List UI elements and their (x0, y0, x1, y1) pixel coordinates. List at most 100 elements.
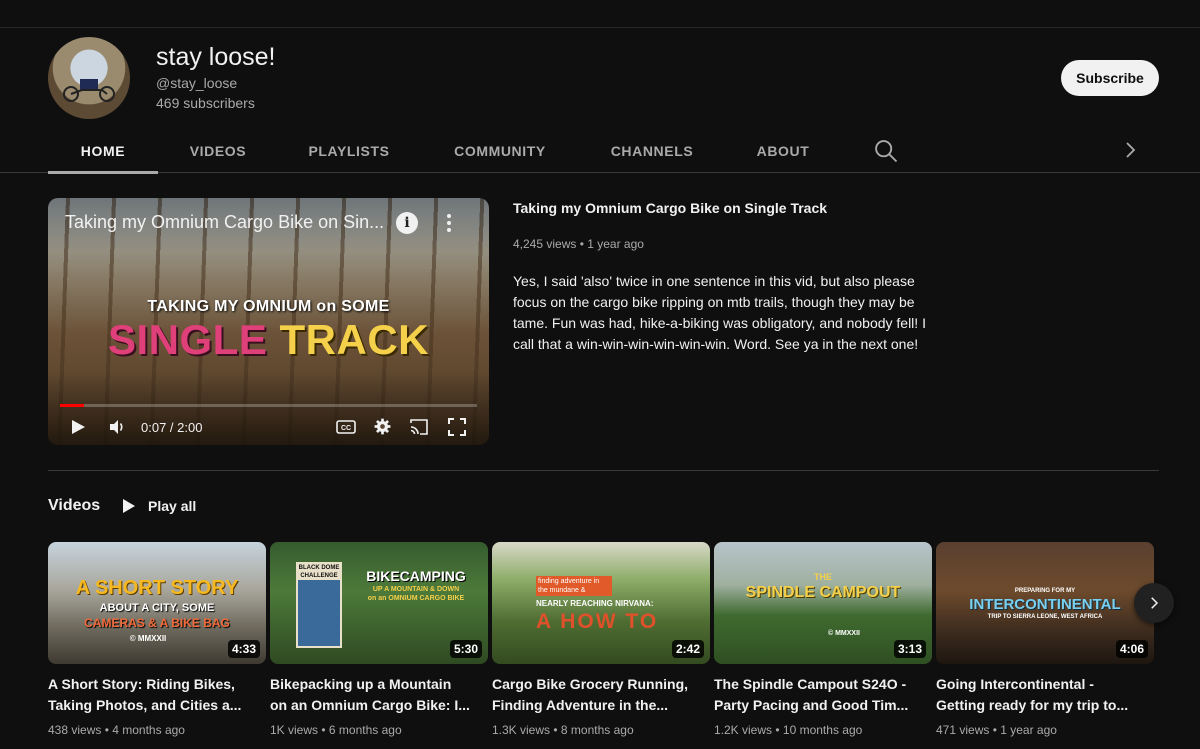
video-title-line: A Short Story: Riding Bikes, (48, 676, 235, 692)
video-thumbnail[interactable]: THE SPINDLE CAMPOUT © MMXXII 3:13 (714, 542, 932, 664)
tab-videos[interactable]: VIDEOS (168, 128, 268, 173)
video-card[interactable]: finding adventure in the mundane & NEARL… (492, 542, 710, 737)
video-title-line: Finding Adventure in the... (492, 697, 669, 713)
thumb-text: ABOUT A CITY, SOME (99, 602, 215, 614)
thumb-text: NEARLY REACHING NIRVANA: (536, 599, 654, 608)
video-title-line: Getting ready for my trip to... (936, 697, 1129, 713)
thumb-text: INTERCONTINENTAL (969, 596, 1121, 613)
play-icon (123, 499, 135, 513)
more-vert-icon[interactable] (444, 212, 454, 234)
video-meta: 1K views • 6 months ago (270, 723, 402, 737)
overlay-word-single: SINGLE (107, 316, 268, 363)
upload-age: 8 months ago (560, 723, 634, 737)
thumb-text: SPINDLE CAMPOUT (745, 584, 901, 601)
videos-section-title[interactable]: Videos (48, 497, 100, 515)
video-card[interactable]: BLACK DOME CHALLENGE BIKECAMPING UP A MO… (270, 542, 488, 737)
captions-icon[interactable]: CC (336, 419, 356, 435)
thumb-text: © MMXXII (828, 630, 860, 637)
featured-video-meta: 4,245 views • 1 year ago (513, 237, 644, 251)
video-meta: 1.3K views • 8 months ago (492, 723, 634, 737)
featured-video-player[interactable]: Taking my Omnium Cargo Bike on Sin... i … (48, 198, 489, 445)
carousel-next-button[interactable] (1134, 583, 1174, 623)
thumbnail-overlay-text: TAKING MY OMNIUM on SOME (147, 298, 390, 315)
info-icon[interactable]: i (396, 212, 418, 234)
thumb-text: CAMERAS & A BIKE BAG (84, 616, 230, 630)
view-count: 1.2K views (714, 723, 773, 737)
tab-community[interactable]: COMMUNITY (440, 128, 560, 173)
video-title[interactable]: Going Intercontinental - Getting ready f… (936, 674, 1154, 716)
video-meta: 1.2K views • 10 months ago (714, 723, 863, 737)
view-count: 471 views (936, 723, 990, 737)
section-divider (48, 470, 1159, 471)
tab-about[interactable]: ABOUT (742, 128, 824, 173)
volume-icon[interactable] (108, 418, 126, 436)
video-title-line: Bikepacking up a Mountain (270, 676, 452, 692)
thumb-text: PREPARING FOR MY (1014, 588, 1076, 594)
chevron-right-icon (1151, 597, 1159, 609)
video-thumbnail[interactable]: A SHORT STORY ABOUT A CITY, SOME CAMERAS… (48, 542, 266, 664)
player-time: 0:07 / 2:00 (141, 420, 203, 435)
video-meta: 438 views • 4 months ago (48, 723, 185, 737)
view-count: 1K views (270, 723, 319, 737)
video-title[interactable]: Cargo Bike Grocery Running, Finding Adve… (492, 674, 710, 716)
thumb-text: BLACK DOME CHALLENGE (298, 564, 340, 580)
play-all-button[interactable]: Play all (122, 494, 196, 518)
duration-badge: 2:42 (671, 640, 704, 658)
gear-icon[interactable] (373, 417, 392, 436)
thumb-text: BIKECAMPING (366, 568, 466, 584)
tab-channels[interactable]: CHANNELS (596, 128, 708, 173)
duration-badge: 4:06 (1115, 640, 1148, 658)
upload-age: 4 months ago (112, 723, 185, 737)
video-title-line: Party Pacing and Good Tim... (714, 697, 909, 713)
upload-age: 6 months ago (328, 723, 402, 737)
video-title-line: on an Omnium Cargo Bike: I... (270, 697, 470, 713)
overlay-word-track: TRACK (279, 316, 429, 363)
channel-avatar[interactable] (48, 37, 130, 119)
video-title-line: The Spindle Campout S24O - (714, 676, 907, 692)
view-count: 1.3K views (492, 723, 551, 737)
chevron-right-icon[interactable] (1118, 138, 1142, 162)
video-thumbnail[interactable]: finding adventure in the mundane & NEARL… (492, 542, 710, 664)
fullscreen-icon[interactable] (448, 418, 466, 436)
tab-home[interactable]: HOME (48, 128, 158, 174)
video-title[interactable]: A Short Story: Riding Bikes, Taking Phot… (48, 674, 266, 716)
video-card[interactable]: A SHORT STORY ABOUT A CITY, SOME CAMERAS… (48, 542, 266, 737)
video-thumbnail[interactable]: PREPARING FOR MY INTERCONTINENTAL TRIP T… (936, 542, 1154, 664)
featured-video-title[interactable]: Taking my Omnium Cargo Bike on Single Tr… (513, 200, 827, 216)
subscriber-count: 469 subscribers (156, 95, 255, 111)
featured-video-description: Yes, I said 'also' twice in one sentence… (513, 273, 926, 352)
progress-fill (60, 404, 85, 407)
video-thumbnail[interactable]: BLACK DOME CHALLENGE BIKECAMPING UP A MO… (270, 542, 488, 664)
svg-text:CC: CC (341, 425, 351, 432)
thumb-text: THE (814, 572, 832, 582)
video-card[interactable]: THE SPINDLE CAMPOUT © MMXXII 3:13 The Sp… (714, 542, 932, 737)
duration-badge: 5:30 (449, 640, 482, 658)
duration-badge: 3:13 (893, 640, 926, 658)
thumb-text: A HOW TO (536, 610, 659, 633)
thumb-text: © MMXXII (129, 634, 167, 643)
tab-playlists[interactable]: PLAYLISTS (294, 128, 404, 173)
video-title-line: Taking Photos, and Cities a... (48, 697, 242, 713)
channel-handle: @stay_loose (156, 75, 238, 91)
play-all-label: Play all (148, 498, 197, 514)
video-title[interactable]: The Spindle Campout S24O - Party Pacing … (714, 674, 932, 716)
cast-icon[interactable] (409, 418, 429, 436)
thumbnail-overlay-headline: SINGLE TRACK (48, 316, 489, 364)
search-icon[interactable] (872, 137, 900, 165)
thumb-text: UP A MOUNTAIN & DOWN (372, 586, 460, 593)
video-title[interactable]: Bikepacking up a Mountain on an Omnium C… (270, 674, 488, 716)
video-title-line: Cargo Bike Grocery Running, (492, 676, 689, 692)
video-card[interactable]: PREPARING FOR MY INTERCONTINENTAL TRIP T… (936, 542, 1154, 737)
challenge-badge: BLACK DOME CHALLENGE (296, 562, 342, 648)
top-strip (0, 0, 1200, 28)
subscribe-button[interactable]: Subscribe (1061, 60, 1159, 96)
play-icon[interactable] (70, 419, 86, 435)
channel-header: stay loose! @stay_loose 469 subscribers … (0, 28, 1200, 174)
view-count: 438 views (48, 723, 102, 737)
player-title[interactable]: Taking my Omnium Cargo Bike on Sin... (65, 212, 395, 233)
progress-bar[interactable] (60, 404, 477, 407)
video-title-line: Going Intercontinental - (936, 676, 1094, 692)
upload-age: 10 months ago (782, 723, 863, 737)
channel-tabs: HOME VIDEOS PLAYLISTS COMMUNITY CHANNELS… (0, 128, 1200, 174)
thumb-text: finding adventure in the mundane & (536, 576, 612, 596)
